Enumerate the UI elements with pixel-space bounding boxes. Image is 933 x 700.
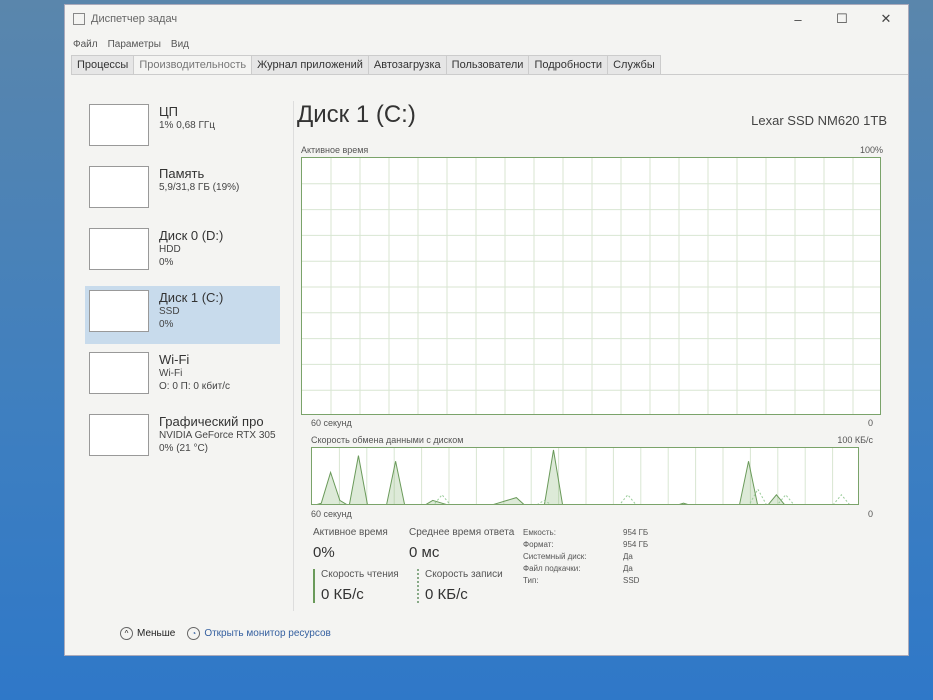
chart2-label: Скорость обмена данными с диском: [311, 435, 464, 445]
active-time-chart: [301, 157, 881, 415]
app-icon: [73, 13, 85, 25]
active-time-label: Активное время: [313, 527, 388, 538]
minimize-button[interactable]: –: [776, 5, 820, 33]
property-row: Емкость: 954 ГБ: [523, 527, 648, 539]
response-time-label: Среднее время ответа: [409, 527, 515, 538]
property-value: 954 ГБ: [623, 528, 649, 537]
menu-file[interactable]: Файл: [73, 39, 98, 50]
active-time-value: 0%: [313, 544, 335, 561]
item-name: Wi-Fi: [159, 352, 190, 367]
item-sub: SSD: [159, 306, 180, 317]
sidebar-item-cpu[interactable]: ЦП 1% 0,68 ГГц: [85, 100, 280, 158]
menu-bar: Файл Параметры Вид: [65, 33, 908, 55]
sidebar-item-disk0[interactable]: Диск 0 (D:) HDD 0%: [85, 224, 280, 282]
chart1-label: Активное время: [301, 145, 369, 155]
window-title: Диспетчер задач: [91, 13, 178, 25]
property-label: Тип:: [523, 576, 539, 585]
property-row: Системный диск: Да: [523, 551, 648, 563]
chart1-min: 0: [867, 418, 873, 428]
resource-monitor-label: Открыть монитор ресурсов: [204, 628, 331, 639]
property-value: 954 ГБ: [623, 540, 649, 549]
item-sub2: 0%: [159, 257, 174, 268]
tab-app-history[interactable]: Журнал приложений: [251, 55, 369, 74]
close-button[interactable]: ✕: [864, 5, 908, 33]
disk1-thumbnail: [89, 290, 149, 332]
item-name: Диск 0 (D:): [159, 228, 224, 243]
item-sub: Wi-Fi: [159, 368, 183, 379]
item-name: ЦП: [159, 104, 178, 119]
tab-services[interactable]: Службы: [607, 55, 661, 74]
item-sub2: О: 0 П: 0 кбит/с: [159, 381, 231, 392]
sidebar-item-wifi[interactable]: Wi-Fi Wi-Fi О: 0 П: 0 кбит/с: [85, 348, 280, 406]
chevron-up-icon: ^: [120, 627, 133, 640]
disk-model: Lexar SSD NM620 1TB: [751, 113, 887, 128]
tab-performance[interactable]: Производительность: [133, 55, 253, 74]
tab-details[interactable]: Подробности: [528, 55, 609, 74]
menu-options[interactable]: Параметры: [108, 39, 161, 50]
property-row: Формат: 954 ГБ: [523, 539, 648, 551]
sidebar-item-gpu[interactable]: Графический про NVIDIA GeForce RTX 305 0% …: [85, 410, 280, 468]
item-name: Память: [159, 166, 205, 181]
tab-processes[interactable]: Процессы: [71, 55, 135, 74]
read-speed-value: 0 КБ/с: [321, 586, 364, 603]
property-label: Системный диск:: [523, 552, 587, 561]
resource-monitor-icon: ◔: [187, 627, 201, 640]
tab-startup[interactable]: Автозагрузка: [367, 55, 447, 74]
title-bar: Диспетчер задач – ☐ ✕: [65, 5, 908, 33]
item-sub: HDD: [159, 244, 181, 255]
response-time-value: 0 мс: [409, 544, 440, 561]
tab-bar: Процессы Производительность Журнал прило…: [71, 55, 908, 75]
chart2-max: 100 КБ/с: [837, 435, 873, 445]
property-label: Файл подкачки:: [523, 564, 581, 573]
item-sub2: 0%: [159, 319, 174, 330]
tab-users[interactable]: Пользователи: [445, 55, 530, 74]
fewer-details-button[interactable]: ^ Меньше: [120, 627, 175, 640]
item-sub2: 0% (21 °C): [159, 443, 209, 454]
item-sub: 1% 0,68 ГГц: [159, 120, 216, 131]
memory-thumbnail: [89, 166, 149, 208]
resource-monitor-link[interactable]: ◔ Открыть монитор ресурсов: [187, 627, 331, 640]
sidebar: ЦП 1% 0,68 ГГц Память 5,9/31,8 ГБ (19%) Ди…: [85, 100, 280, 472]
footer: ^ Меньше ◔ Открыть монитор ресурсов: [120, 627, 331, 640]
property-row: Файл подкачки: Да: [523, 563, 648, 575]
menu-view[interactable]: Вид: [171, 39, 189, 50]
cpu-thumbnail: [89, 104, 149, 146]
item-sub: NVIDIA GeForce RTX 305: [159, 430, 276, 441]
disk-details-panel: Диск 1 (C:) Lexar SSD NM620 1TB Активное…: [297, 101, 887, 603]
property-row: Тип: SSD: [523, 575, 648, 587]
chart1-max: 100%: [859, 145, 883, 155]
disk0-thumbnail: [89, 228, 149, 270]
write-speed-value: 0 КБ/с: [425, 586, 468, 603]
fewer-details-label: Меньше: [137, 628, 176, 639]
item-sub: 5,9/31,8 ГБ (19%): [159, 182, 240, 193]
splitter[interactable]: [293, 101, 294, 611]
property-label: Формат:: [523, 540, 554, 549]
property-value: Да: [623, 552, 633, 561]
sidebar-item-disk1[interactable]: Диск 1 (C:) SSD 0%: [85, 286, 280, 344]
property-value: SSD: [623, 576, 640, 585]
item-name: Диск 1 (C:): [159, 290, 224, 305]
gpu-thumbnail: [89, 414, 149, 456]
chart2-xlabel: 60 секунд: [311, 509, 352, 519]
task-manager-window: Диспетчер задач – ☐ ✕ Файл Параметры Вид…: [64, 4, 909, 656]
write-speed-label: Скорость записи: [425, 569, 503, 580]
chart1-xlabel: 60 секунд: [311, 418, 352, 428]
read-speed-label: Скорость чтения: [321, 569, 399, 580]
transfer-rate-chart: [311, 447, 859, 505]
property-value: Да: [623, 564, 633, 573]
item-name: Графический про: [159, 414, 264, 429]
chart2-min: 0: [867, 509, 873, 519]
property-label: Емкость:: [523, 528, 556, 537]
disk-properties: Емкость: 954 ГБ Формат: 954 ГБ Системный дис…: [523, 527, 648, 587]
maximize-button[interactable]: ☐: [820, 5, 864, 33]
sidebar-item-memory[interactable]: Память 5,9/31,8 ГБ (19%): [85, 162, 280, 220]
wifi-thumbnail: [89, 352, 149, 394]
